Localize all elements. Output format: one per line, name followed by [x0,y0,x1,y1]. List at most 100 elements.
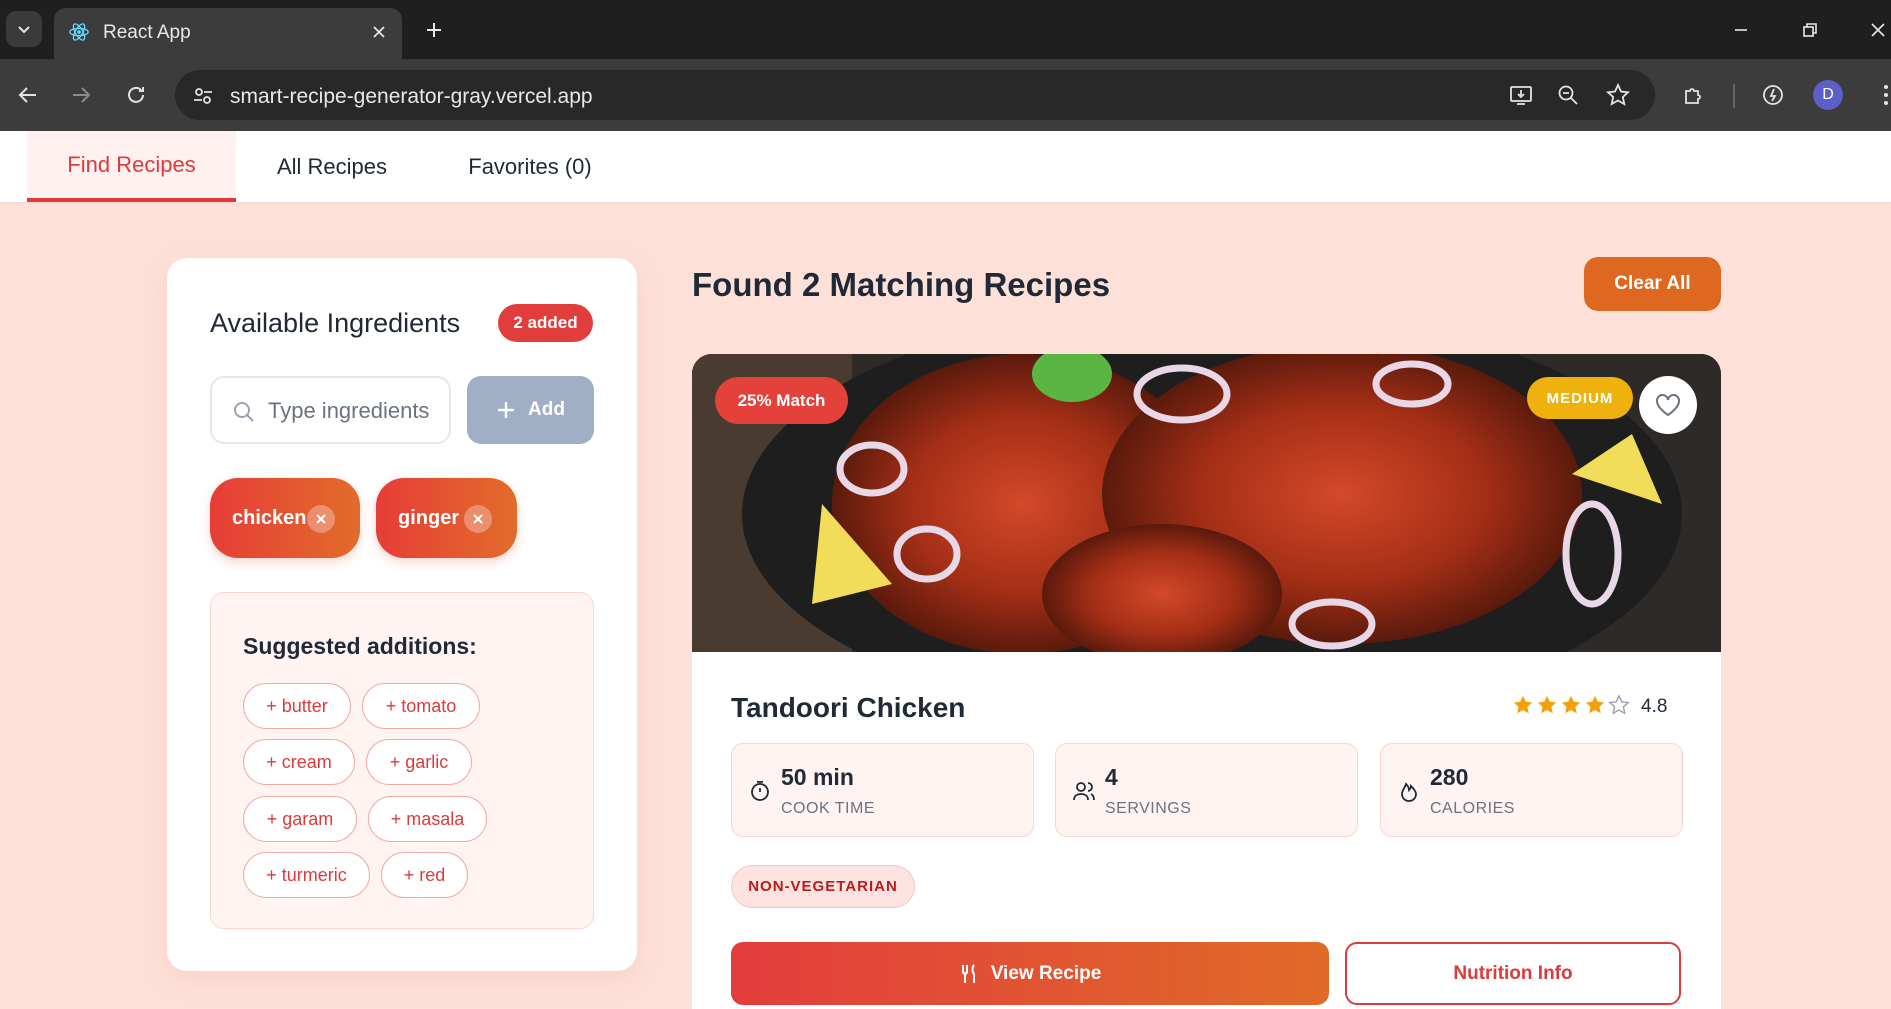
close-icon [316,514,326,524]
tab-favorites[interactable]: Favorites (0) [428,131,632,202]
view-recipe-label: View Recipe [990,962,1102,984]
browser-tab[interactable]: React App [54,8,402,59]
arrow-right-icon [73,87,91,103]
add-ingredient-button[interactable]: Add [467,376,594,444]
more-vert-icon [1884,85,1888,105]
star-filled-icon [1561,695,1581,714]
timer-icon [751,781,769,801]
stat-label: SERVINGS [1105,800,1192,817]
flame-icon [1401,782,1417,802]
ingredient-chip: ginger [376,478,517,558]
search-input[interactable]: Type ingredients [268,398,446,424]
star-outline-icon [1608,694,1630,715]
stat-label: COOK TIME [781,800,875,817]
app-nav: Find Recipes All Recipes Favorites (0) [0,131,1891,202]
ingredient-search-field[interactable]: Type ingredients [210,376,451,444]
suggestion-pill[interactable]: + turmeric [243,852,370,898]
install-app-button[interactable] [1503,77,1539,113]
ingredient-chip: chicken [210,478,360,558]
panel-title: Available Ingredients [210,308,461,338]
search-icon [234,402,254,422]
site-info-button[interactable] [187,80,219,112]
heart-icon [1656,394,1680,417]
zoom-out-icon [1558,85,1578,105]
remove-chip-button[interactable] [464,505,492,533]
tab-all-recipes[interactable]: All Recipes [236,131,428,202]
star-filled-icon [1513,695,1533,714]
stat-label: CALORIES [1430,800,1515,817]
plus-icon [427,23,441,37]
restore-button[interactable] [1794,14,1826,46]
new-tab-button[interactable] [418,14,450,46]
diet-tag: NON-VEGETARIAN [731,865,915,908]
chip-label: ginger [398,506,460,529]
chip-label: chicken [232,506,307,529]
close-icon [373,26,385,38]
stat-cook-time: 50 min COOK TIME [731,743,1034,837]
nutrition-info-button[interactable]: Nutrition Info [1345,942,1681,1005]
stat-calories: 280 CALORIES [1380,743,1683,837]
profile-avatar[interactable]: D [1813,80,1843,110]
suggestion-pill[interactable]: + garam [243,796,357,842]
stat-servings: 4 SERVINGS [1055,743,1358,837]
suggestion-pill[interactable]: + tomato [362,683,480,729]
speed-icon [1763,85,1783,105]
browser-toolbar: smart-recipe-generator-gray.vercel.app [0,59,1891,131]
minimize-button[interactable] [1725,14,1757,46]
star-outline-icon [1606,83,1630,106]
bookmark-button[interactable] [1600,77,1636,113]
puzzle-icon [1685,88,1701,104]
stat-value: 4 [1105,764,1118,790]
star-filled-icon [1585,695,1605,714]
zoom-button[interactable] [1550,77,1586,113]
tab-close-button[interactable] [366,19,392,45]
rating-stars [1512,694,1630,716]
suggestions-title: Suggested additions: [243,633,477,659]
suggestion-pill[interactable]: + cream [243,739,355,785]
tab-search-button[interactable] [6,11,42,47]
close-window-button[interactable] [1862,14,1891,46]
add-label: Add [528,399,565,420]
suggestion-pill[interactable]: + garlic [366,739,472,785]
arrow-left-icon [18,87,36,103]
reload-button[interactable] [118,77,154,113]
stat-value: 280 [1430,764,1469,790]
restore-icon [1803,23,1817,37]
close-icon [473,514,483,524]
rating-value: 4.8 [1641,696,1668,717]
remove-chip-button[interactable] [307,505,335,533]
recipe-image: 25% Match MEDIUM [692,354,1721,724]
install-icon [1510,86,1532,105]
difficulty-badge: MEDIUM [1527,377,1633,419]
utensils-icon [961,963,975,983]
ingredients-panel: Available Ingredients 2 added Type ingre… [167,258,637,971]
browser-tab-bar: React App [0,0,1891,59]
view-recipe-button[interactable]: View Recipe [731,942,1329,1005]
tab-find-recipes[interactable]: Find Recipes [27,131,236,202]
suggestion-pill[interactable]: + masala [368,796,487,842]
toolbar-divider [1733,84,1735,108]
react-logo-icon [69,23,89,41]
performance-button[interactable] [1755,77,1791,113]
suggestion-pill[interactable]: + red [381,852,468,898]
ingredient-count-badge: 2 added [498,304,593,342]
match-badge: 25% Match [715,377,848,424]
back-button[interactable] [10,77,46,113]
recipe-card: 25% Match MEDIUM Tandoori Chicken 4.8 50… [692,354,1721,1009]
favorite-button[interactable] [1639,376,1697,434]
minimize-icon [1735,29,1747,31]
chevron-down-icon [18,26,30,34]
tune-icon [194,88,212,104]
clear-all-button[interactable]: Clear All [1584,257,1721,311]
suggestions-box: Suggested additions: + butter + tomato +… [210,592,594,929]
star-filled-icon [1537,695,1557,714]
forward-button[interactable] [63,77,99,113]
suggestion-pill[interactable]: + butter [243,683,351,729]
stat-value: 50 min [781,764,854,790]
plus-icon [498,402,515,418]
menu-button[interactable] [1868,77,1891,113]
reload-icon [128,86,144,103]
recipe-title: Tandoori Chicken [731,692,966,723]
extensions-button[interactable] [1676,77,1712,113]
url-text[interactable]: smart-recipe-generator-gray.vercel.app [230,85,593,109]
